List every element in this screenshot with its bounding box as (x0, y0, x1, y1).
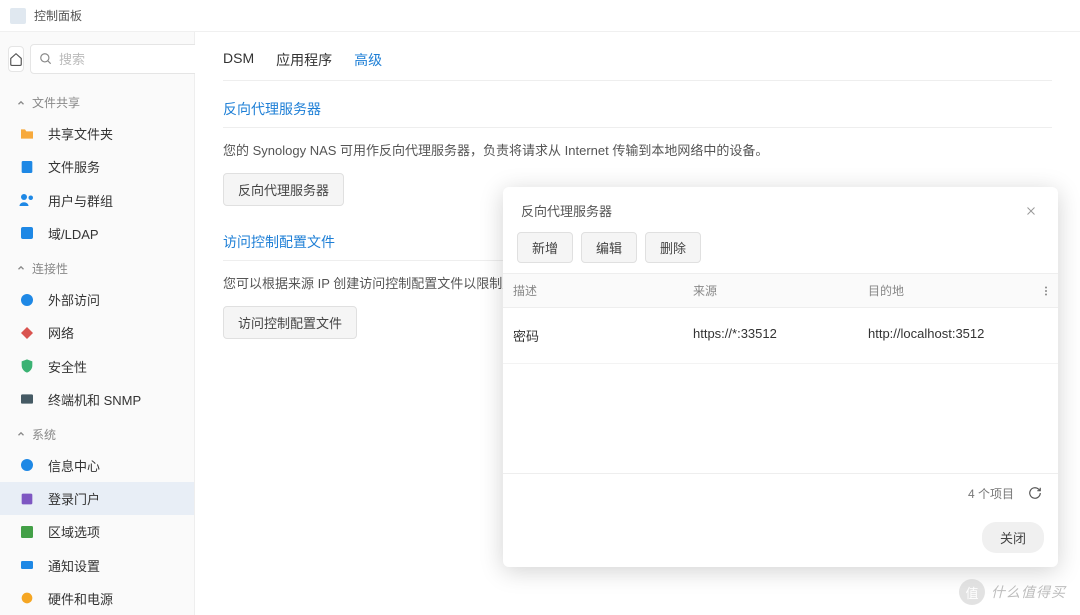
cell-source: https://*:33512 (683, 318, 858, 353)
col-desc[interactable]: 描述 (503, 274, 683, 307)
sidebar-item-label: 共享文件夹 (48, 124, 113, 143)
sidebar-item-shared-folder[interactable]: 共享文件夹 (0, 117, 194, 150)
watermark-badge: 值 (959, 579, 985, 605)
notify-icon (18, 556, 36, 574)
sidebar-item-label: 信息中心 (48, 456, 100, 475)
modal-footer: 4 个项目 (503, 473, 1058, 512)
close-icon (1025, 205, 1037, 217)
sidebar-item-label: 通知设置 (48, 556, 100, 575)
users-icon (18, 191, 36, 209)
search-icon (39, 52, 53, 66)
section-title: 反向代理服务器 (223, 95, 1052, 128)
info-icon (18, 456, 36, 474)
shield-icon (18, 357, 36, 375)
group-label: 连接性 (32, 260, 68, 277)
sidebar-item-login-portal[interactable]: 登录门户 (0, 482, 194, 515)
refresh-icon (1028, 486, 1042, 500)
app-icon (10, 8, 26, 24)
sidebar-item-terminal-snmp[interactable]: 终端机和 SNMP (0, 383, 194, 416)
edit-button[interactable]: 编辑 (581, 232, 637, 263)
group-label: 系统 (32, 426, 56, 443)
group-label: 文件共享 (32, 94, 80, 111)
col-dest[interactable]: 目的地 (858, 274, 1034, 307)
hardware-icon (18, 589, 36, 607)
modal-table: 描述 来源 目的地 密码 https://*:33512 http://loca… (503, 273, 1058, 473)
reverse-proxy-button[interactable]: 反向代理服务器 (223, 173, 344, 206)
sidebar-item-notification[interactable]: 通知设置 (0, 549, 194, 582)
column-menu-button[interactable] (1034, 274, 1058, 307)
sidebar-item-label: 安全性 (48, 357, 87, 376)
regional-icon (18, 523, 36, 541)
sidebar-group-file-sharing[interactable]: 文件共享 (0, 84, 194, 117)
sidebar-item-regional[interactable]: 区域选项 (0, 515, 194, 548)
watermark-text: 什么值得买 (991, 582, 1066, 602)
section-desc: 您的 Synology NAS 可用作反向代理服务器，负责将请求从 Intern… (223, 140, 1052, 159)
sidebar-item-label: 外部访问 (48, 290, 100, 309)
chevron-up-icon (16, 263, 26, 273)
table-header: 描述 来源 目的地 (503, 274, 1058, 308)
modal-close-button[interactable] (1022, 202, 1040, 220)
sidebar-item-label: 用户与群组 (48, 191, 113, 210)
sidebar-item-users-groups[interactable]: 用户与群组 (0, 183, 194, 216)
globe-icon (18, 291, 36, 309)
delete-button[interactable]: 删除 (645, 232, 701, 263)
tab-applications[interactable]: 应用程序 (276, 50, 332, 80)
chevron-up-icon (16, 98, 26, 108)
more-vertical-icon (1040, 285, 1052, 297)
chevron-up-icon (16, 429, 26, 439)
sidebar-item-ldap[interactable]: 域/LDAP (0, 217, 194, 250)
tab-bar: DSM 应用程序 高级 (223, 50, 1052, 81)
reverse-proxy-modal: 反向代理服务器 新增 编辑 删除 描述 来源 目的地 密码 https://*:… (503, 187, 1058, 567)
create-button[interactable]: 新增 (517, 232, 573, 263)
sidebar-group-system[interactable]: 系统 (0, 416, 194, 449)
sidebar-item-label: 终端机和 SNMP (48, 390, 141, 409)
folder-icon (18, 125, 36, 143)
item-count: 4 个项目 (968, 485, 1014, 502)
home-icon (9, 52, 23, 66)
refresh-button[interactable] (1026, 484, 1044, 502)
sidebar-item-hardware-power[interactable]: 硬件和电源 (0, 582, 194, 615)
table-row[interactable]: 密码 https://*:33512 http://localhost:3512 (503, 308, 1058, 364)
cell-desc: 密码 (503, 318, 683, 353)
watermark: 值 什么值得买 (959, 579, 1066, 605)
terminal-icon (18, 390, 36, 408)
titlebar: 控制面板 (0, 0, 1080, 32)
sidebar-item-label: 区域选项 (48, 522, 100, 541)
modal-title: 反向代理服务器 (521, 201, 612, 220)
file-service-icon (18, 158, 36, 176)
sidebar-item-label: 域/LDAP (48, 224, 99, 243)
home-button[interactable] (8, 46, 24, 72)
sidebar-item-label: 文件服务 (48, 157, 100, 176)
access-control-button[interactable]: 访问控制配置文件 (223, 306, 357, 339)
window-title: 控制面板 (34, 7, 82, 24)
portal-icon (18, 490, 36, 508)
col-source[interactable]: 来源 (683, 274, 858, 307)
network-icon (18, 324, 36, 342)
sidebar: 文件共享 共享文件夹 文件服务 用户与群组 域/LDAP 连接性 外部访问 (0, 32, 195, 615)
sidebar-item-network[interactable]: 网络 (0, 316, 194, 349)
tab-dsm[interactable]: DSM (223, 50, 254, 80)
tab-advanced[interactable]: 高级 (354, 50, 382, 80)
close-button[interactable]: 关闭 (982, 522, 1044, 553)
sidebar-item-file-services[interactable]: 文件服务 (0, 150, 194, 183)
ldap-icon (18, 224, 36, 242)
sidebar-item-info-center[interactable]: 信息中心 (0, 449, 194, 482)
sidebar-group-connectivity[interactable]: 连接性 (0, 250, 194, 283)
sidebar-item-label: 硬件和电源 (48, 589, 113, 608)
sidebar-item-external-access[interactable]: 外部访问 (0, 283, 194, 316)
sidebar-item-label: 登录门户 (48, 489, 100, 508)
sidebar-item-security[interactable]: 安全性 (0, 349, 194, 382)
modal-toolbar: 新增 编辑 删除 (503, 232, 1058, 273)
sidebar-item-label: 网络 (48, 323, 74, 342)
cell-dest: http://localhost:3512 (858, 318, 1058, 353)
